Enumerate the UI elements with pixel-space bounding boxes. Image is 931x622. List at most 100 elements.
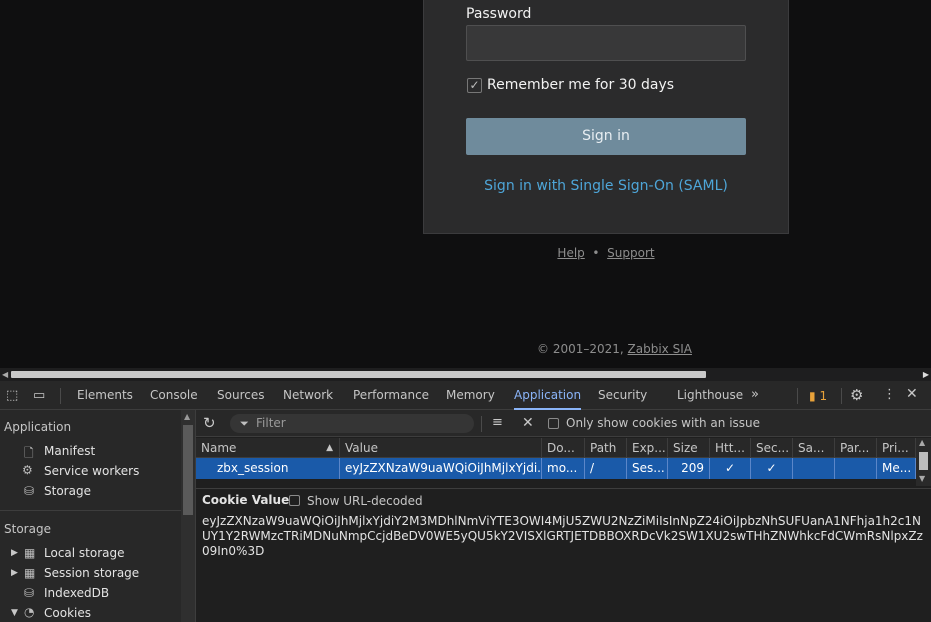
- clear-all-icon[interactable]: ≡: [492, 415, 503, 430]
- column-header-httponly[interactable]: Htt...: [710, 438, 751, 458]
- device-toolbar-icon[interactable]: ▭: [33, 388, 45, 403]
- delete-selected-icon[interactable]: ✕: [522, 415, 534, 431]
- column-header-priority[interactable]: Pri...: [877, 438, 916, 458]
- sidebar-divider: [0, 510, 181, 511]
- more-tabs-icon[interactable]: »: [751, 387, 759, 402]
- expand-caret-icon[interactable]: ▶: [11, 568, 18, 578]
- more-options-icon[interactable]: ⋮: [883, 387, 896, 402]
- column-header-domain[interactable]: Do...: [542, 438, 585, 458]
- toolbar-divider: [841, 388, 842, 404]
- tab-elements[interactable]: Elements: [77, 381, 133, 410]
- scroll-left-icon[interactable]: ◀: [2, 370, 8, 379]
- show-url-decoded-checkbox[interactable]: [289, 495, 300, 506]
- column-label: Name: [201, 441, 237, 455]
- cell-value[interactable]: eyJzZXNzaW9uaWQiOiJhMjlxYjdi...: [340, 458, 542, 479]
- toolbar-divider: [60, 388, 61, 404]
- devtools-toolbar: ⬚ ▭ Elements Console Sources Network Per…: [0, 381, 931, 410]
- toolbar-divider: [797, 388, 798, 404]
- remember-label[interactable]: Remember me for 30 days: [487, 77, 674, 93]
- sidebar-scrollbar[interactable]: ▲: [181, 410, 196, 622]
- cell-size[interactable]: 209: [668, 458, 710, 479]
- sidebar-scroll-thumb[interactable]: [183, 425, 193, 515]
- issue-icon: ▮: [809, 389, 816, 403]
- table-scroll-thumb[interactable]: [919, 452, 928, 470]
- column-header-path[interactable]: Path: [585, 438, 627, 458]
- sidebar-item-cookies[interactable]: Cookies: [44, 606, 91, 620]
- cookies-panel: ↻ ⏷ Filter ≡ ✕ Only show cookies with an…: [196, 410, 931, 622]
- sign-in-button[interactable]: Sign in: [466, 118, 746, 155]
- local-storage-icon: ▦: [24, 546, 36, 560]
- scroll-right-icon[interactable]: ▶: [923, 370, 929, 379]
- cell-httponly[interactable]: ✓: [710, 458, 751, 479]
- settings-gear-icon[interactable]: ⚙: [850, 386, 863, 404]
- tab-application[interactable]: Application: [514, 381, 582, 410]
- cell-secure[interactable]: ✓: [751, 458, 793, 479]
- cell-priority[interactable]: Me...: [877, 458, 916, 479]
- tab-console[interactable]: Console: [150, 381, 198, 410]
- remember-checkbox[interactable]: ✓: [467, 78, 482, 93]
- column-header-name[interactable]: Name ▲: [196, 438, 340, 458]
- tab-network[interactable]: Network: [283, 381, 333, 410]
- sidebar-item-storage[interactable]: Storage: [44, 484, 91, 498]
- cell-name[interactable]: zbx_session: [196, 458, 340, 479]
- cookies-toolbar: ↻ ⏷ Filter ≡ ✕ Only show cookies with an…: [196, 410, 931, 437]
- zabbix-link[interactable]: Zabbix SIA: [628, 342, 692, 356]
- sidebar-header-application: Application: [4, 420, 72, 434]
- scroll-down-icon[interactable]: ▼: [919, 474, 925, 483]
- sidebar-item-service-workers[interactable]: Service workers: [44, 464, 139, 478]
- sidebar-item-local-storage[interactable]: Local storage: [44, 546, 125, 560]
- tab-security[interactable]: Security: [598, 381, 647, 410]
- login-card: Password ✓ Remember me for 30 days Sign …: [423, 0, 789, 234]
- help-link[interactable]: Help: [557, 246, 584, 260]
- column-header-samesite[interactable]: Sa...: [793, 438, 835, 458]
- cell-path[interactable]: /: [585, 458, 627, 479]
- issues-count: 1: [819, 389, 828, 403]
- scroll-up-icon[interactable]: ▲: [184, 412, 190, 421]
- column-header-value[interactable]: Value: [340, 438, 542, 458]
- issues-badge[interactable]: ▮ 1: [809, 389, 827, 403]
- inspect-element-icon[interactable]: ⬚: [6, 388, 18, 403]
- scrollbar-thumb[interactable]: [11, 371, 706, 378]
- column-header-expires[interactable]: Exp...: [627, 438, 668, 458]
- toolbar-divider: [481, 416, 482, 432]
- footer-links: Help • Support: [423, 246, 789, 260]
- sidebar-item-indexeddb[interactable]: IndexedDB: [44, 586, 109, 600]
- filter-placeholder: Filter: [256, 416, 286, 430]
- column-header-size[interactable]: Size: [668, 438, 710, 458]
- cell-partition[interactable]: [835, 458, 877, 479]
- saml-sign-in-link[interactable]: Sign in with Single Sign-On (SAML): [424, 178, 788, 194]
- column-header-secure[interactable]: Sec...: [751, 438, 793, 458]
- collapse-caret-icon[interactable]: ▼: [11, 608, 18, 618]
- copyright-text: © 2001–2021,: [537, 342, 628, 356]
- application-sidebar: Application 🗋 Manifest ⚙ Service workers…: [0, 410, 181, 622]
- manifest-icon: 🗋: [24, 446, 34, 460]
- filter-input[interactable]: ⏷ Filter: [230, 414, 474, 433]
- table-scrollbar[interactable]: ▲ ▼: [916, 438, 931, 486]
- cell-samesite[interactable]: [793, 458, 835, 479]
- sidebar-item-manifest[interactable]: Manifest: [44, 444, 95, 458]
- scroll-up-icon[interactable]: ▲: [919, 438, 925, 447]
- cell-domain[interactable]: mo...: [542, 458, 585, 479]
- only-issues-checkbox[interactable]: [548, 418, 559, 429]
- sidebar-item-session-storage[interactable]: Session storage: [44, 566, 139, 580]
- only-issues-label[interactable]: Only show cookies with an issue: [566, 416, 760, 430]
- password-input[interactable]: [466, 25, 746, 61]
- bullet-separator: •: [592, 246, 600, 260]
- tab-sources[interactable]: Sources: [217, 381, 264, 410]
- refresh-icon[interactable]: ↻: [203, 414, 216, 432]
- expand-caret-icon[interactable]: ▶: [11, 548, 18, 558]
- cell-expires[interactable]: Ses...: [627, 458, 668, 479]
- horizontal-scrollbar[interactable]: ◀ ▶: [0, 368, 931, 381]
- tab-performance[interactable]: Performance: [353, 381, 429, 410]
- cookies-table: Name ▲ Value Do... Path Exp... Size Htt..…: [196, 438, 931, 486]
- show-url-decoded-label[interactable]: Show URL-decoded: [307, 494, 423, 508]
- cookie-value-pane: Cookie Value Show URL-decoded eyJzZXNzaW…: [196, 488, 931, 622]
- cookie-value-text[interactable]: eyJzZXNzaW9uaWQiOiJhMjlxYjdiY2M3MDhlNmVi…: [202, 514, 924, 559]
- tab-memory[interactable]: Memory: [446, 381, 495, 410]
- tab-lighthouse[interactable]: Lighthouse: [677, 381, 743, 410]
- support-link[interactable]: Support: [607, 246, 654, 260]
- close-devtools-icon[interactable]: ✕: [906, 386, 918, 402]
- service-workers-icon: ⚙: [22, 463, 33, 477]
- column-header-partition[interactable]: Par...: [835, 438, 877, 458]
- password-label: Password: [466, 6, 532, 22]
